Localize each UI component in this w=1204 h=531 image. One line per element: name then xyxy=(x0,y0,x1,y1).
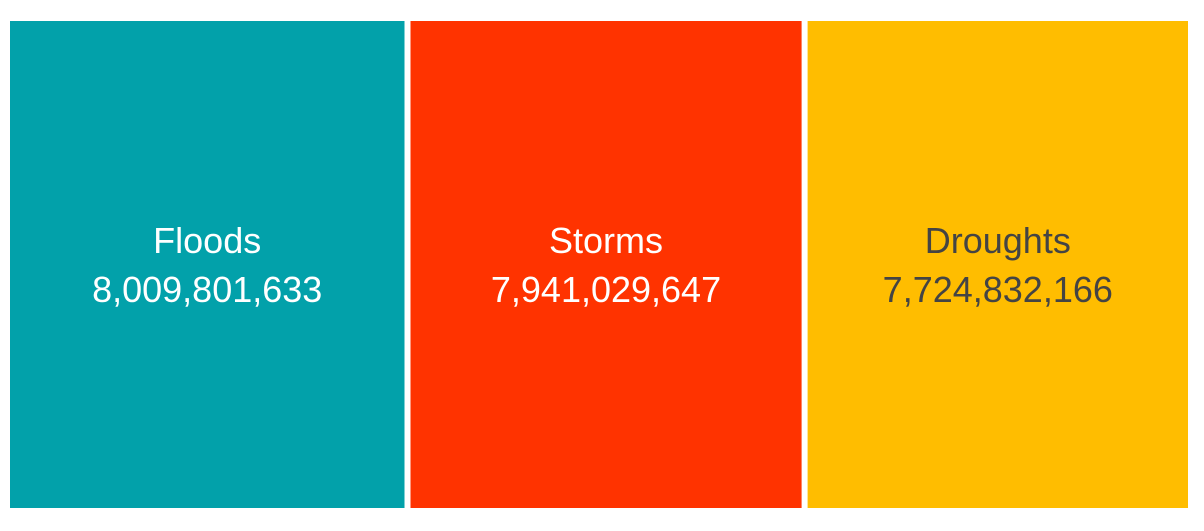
tile-rect-droughts xyxy=(807,21,1188,508)
tile-rect-storms xyxy=(410,21,802,508)
tile-label-storms: Storms xyxy=(549,220,663,261)
tile-value-droughts: 7,724,832,166 xyxy=(883,269,1113,310)
tile-floods: Floods 8,009,801,633 xyxy=(10,21,405,508)
tile-value-storms: 7,941,029,647 xyxy=(491,269,721,310)
tile-storms: Storms 7,941,029,647 xyxy=(410,21,802,508)
tile-rect-floods xyxy=(10,21,405,508)
treemap-chart: Floods 8,009,801,633 Storms 7,941,029,647 Dr… xyxy=(10,21,1188,508)
tile-value-floods: 8,009,801,633 xyxy=(92,269,322,310)
tile-label-floods: Floods xyxy=(153,220,261,261)
tile-droughts: Droughts 7,724,832,166 xyxy=(807,21,1188,508)
tile-label-droughts: Droughts xyxy=(925,220,1071,261)
